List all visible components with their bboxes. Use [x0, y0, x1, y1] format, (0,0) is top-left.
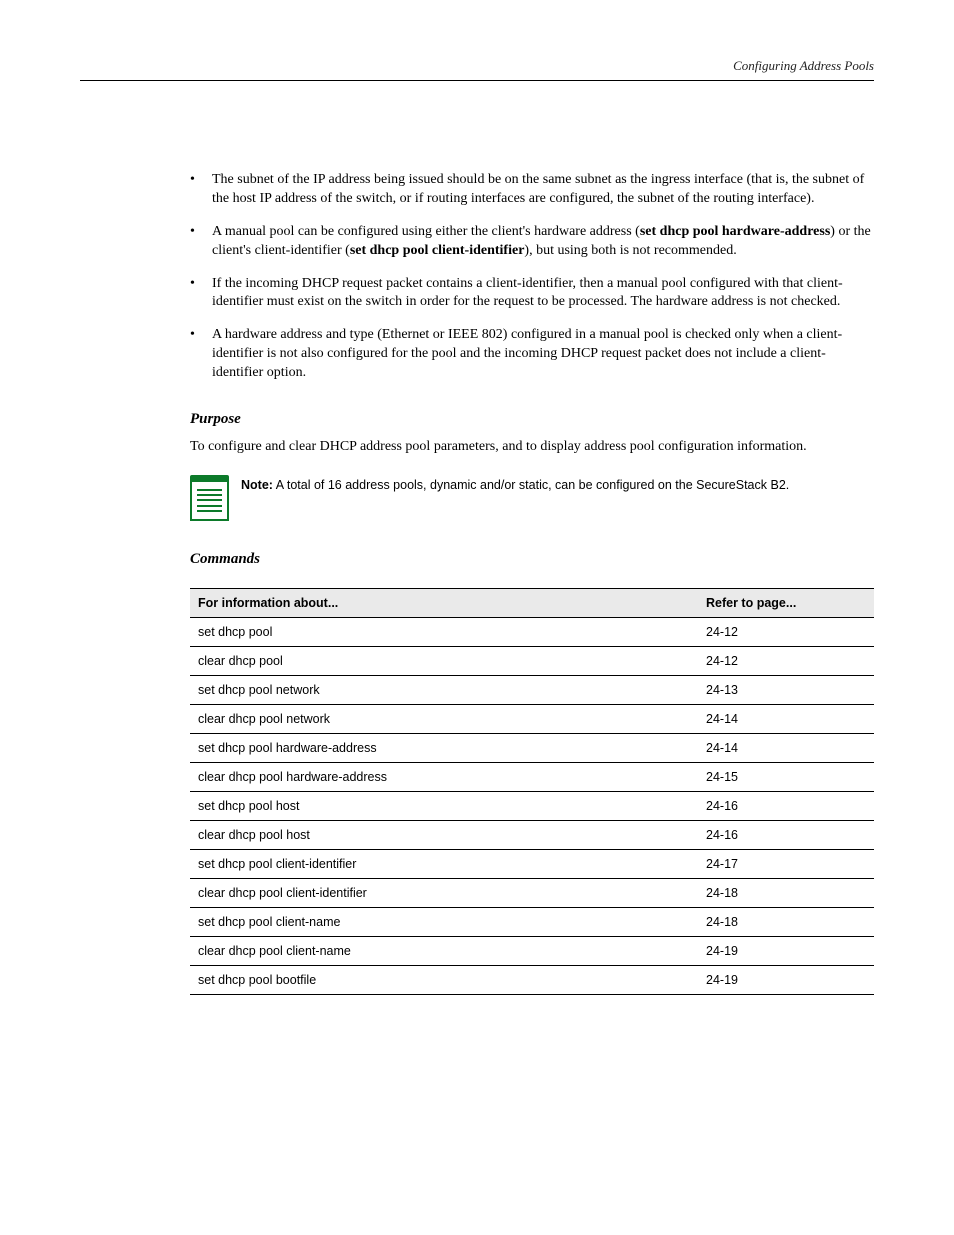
note-label: Note: [241, 478, 273, 492]
note-body: Note: A total of 16 address pools, dynam… [241, 475, 874, 494]
table-cell-command: clear dhcp pool host [190, 820, 698, 849]
table-cell-command: clear dhcp pool network [190, 704, 698, 733]
table-cell-command: clear dhcp pool client-identifier [190, 878, 698, 907]
page: Configuring Address Pools The subnet of … [0, 0, 954, 1235]
commands-table: For information about... Refer to page..… [190, 588, 874, 995]
table-header-row: For information about... Refer to page..… [190, 588, 874, 617]
table-cell-page: 24-12 [698, 617, 874, 646]
running-header: Configuring Address Pools [80, 58, 874, 74]
purpose-heading: Purpose [190, 411, 874, 428]
table-header-ref: Refer to page... [698, 588, 874, 617]
table-row: clear dhcp pool client-identifier24-18 [190, 878, 874, 907]
table-cell-command: clear dhcp pool client-name [190, 936, 698, 965]
table-row: set dhcp pool host24-16 [190, 791, 874, 820]
table-cell-page: 24-14 [698, 704, 874, 733]
table-row: set dhcp pool hardware-address24-14 [190, 733, 874, 762]
table-cell-command: set dhcp pool bootfile [190, 965, 698, 994]
table-cell-page: 24-12 [698, 646, 874, 675]
table-row: set dhcp pool client-name24-18 [190, 907, 874, 936]
note-icon [190, 475, 229, 521]
table-cell-page: 24-18 [698, 878, 874, 907]
table-row: clear dhcp pool host24-16 [190, 820, 874, 849]
top-rule [80, 80, 874, 81]
table-row: clear dhcp pool24-12 [190, 646, 874, 675]
bold-term: set dhcp pool client-identifier [350, 243, 525, 258]
table-row: clear dhcp pool network24-14 [190, 704, 874, 733]
running-header-text: Configuring Address Pools [733, 58, 874, 74]
table-row: set dhcp pool bootfile24-19 [190, 965, 874, 994]
bullet-item: A manual pool can be configured using ei… [190, 223, 874, 261]
note-block: Note: A total of 16 address pools, dynam… [190, 475, 874, 521]
bullet-text: A hardware address and type (Ethernet or… [212, 327, 842, 380]
table-cell-command: clear dhcp pool hardware-address [190, 762, 698, 791]
bullet-text: If the incoming DHCP request packet cont… [212, 276, 843, 310]
table-cell-command: set dhcp pool host [190, 791, 698, 820]
bullet-item: The subnet of the IP address being issue… [190, 171, 874, 209]
bullet-text: The subnet of the IP address being issue… [212, 172, 864, 206]
table-row: set dhcp pool client-identifier24-17 [190, 849, 874, 878]
table-cell-page: 24-18 [698, 907, 874, 936]
table-row: set dhcp pool24-12 [190, 617, 874, 646]
table-cell-command: set dhcp pool client-name [190, 907, 698, 936]
table-header-for: For information about... [190, 588, 698, 617]
purpose-paragraph: To configure and clear DHCP address pool… [190, 438, 874, 457]
table-cell-command: clear dhcp pool [190, 646, 698, 675]
table-cell-command: set dhcp pool network [190, 675, 698, 704]
table-cell-command: set dhcp pool [190, 617, 698, 646]
table-cell-page: 24-13 [698, 675, 874, 704]
table-cell-page: 24-19 [698, 936, 874, 965]
table-cell-page: 24-19 [698, 965, 874, 994]
table-cell-page: 24-15 [698, 762, 874, 791]
bullet-text-c: ), but using both is not recommended. [524, 243, 736, 258]
bullet-item: A hardware address and type (Ethernet or… [190, 326, 874, 383]
bullet-list: The subnet of the IP address being issue… [190, 171, 874, 383]
table-cell-command: set dhcp pool hardware-address [190, 733, 698, 762]
table-row: clear dhcp pool hardware-address24-15 [190, 762, 874, 791]
table-row: set dhcp pool network24-13 [190, 675, 874, 704]
commands-heading: Commands [190, 551, 874, 568]
table-cell-page: 24-14 [698, 733, 874, 762]
table-cell-page: 24-16 [698, 820, 874, 849]
table-cell-page: 24-17 [698, 849, 874, 878]
table-cell-page: 24-16 [698, 791, 874, 820]
bold-term: set dhcp pool hardware-address [640, 224, 830, 239]
bullet-item: If the incoming DHCP request packet cont… [190, 275, 874, 313]
table-row: clear dhcp pool client-name24-19 [190, 936, 874, 965]
bullet-text-a: A manual pool can be configured using ei… [212, 224, 640, 239]
note-text-pre: A total of 16 address pools, dynamic and… [273, 478, 786, 492]
table-cell-command: set dhcp pool client-identifier [190, 849, 698, 878]
note-text-post: . [786, 478, 789, 492]
